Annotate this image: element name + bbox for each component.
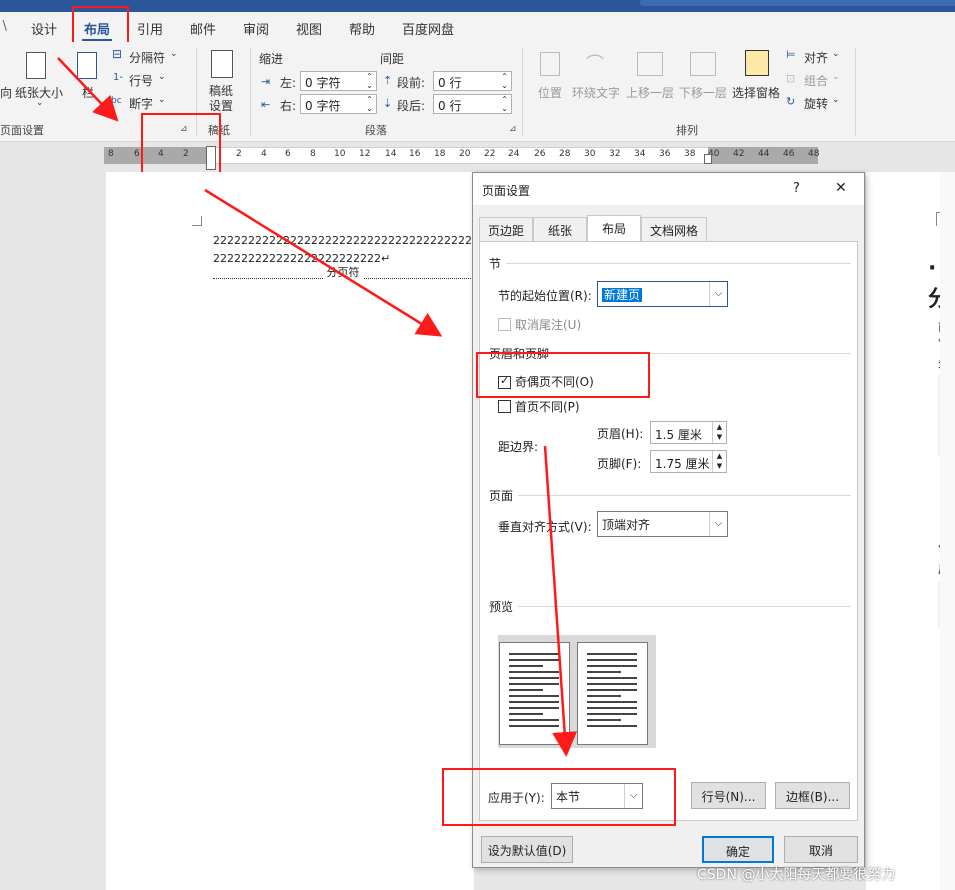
- annotation-arrows: [57, 57, 578, 757]
- arrow-odd-even-to-apply: [543, 445, 578, 757]
- arrow-tab-to-launcher: [57, 57, 119, 122]
- arrow-launcher-to-dialog: [204, 188, 443, 337]
- watermark: CSDN @小太阳每天都要很努力: [697, 867, 896, 883]
